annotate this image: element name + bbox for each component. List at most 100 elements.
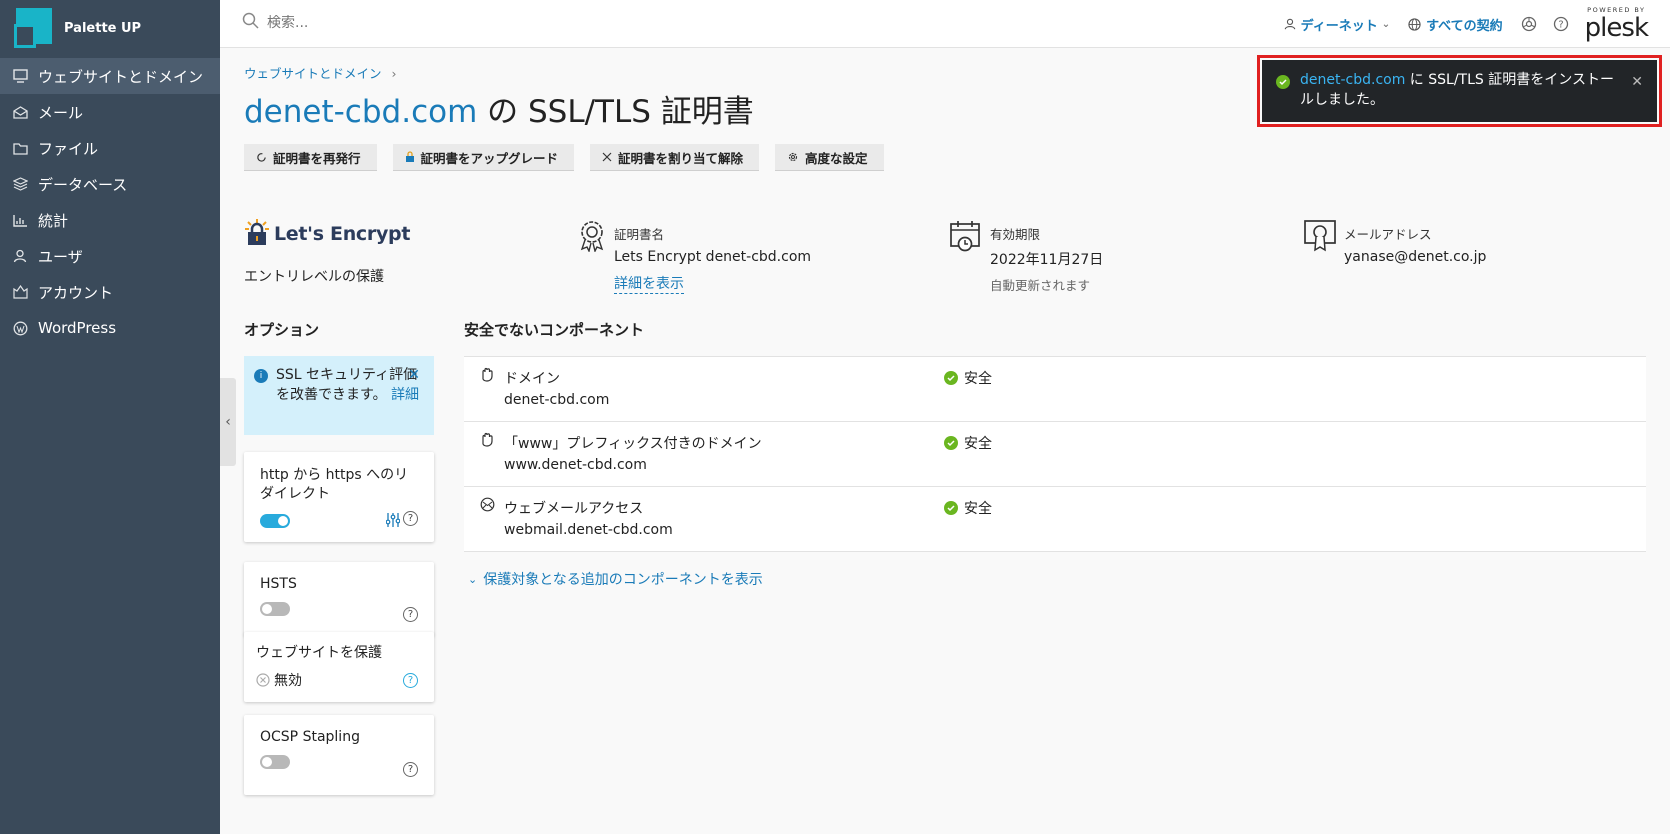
calendar-clock-icon bbox=[950, 220, 982, 294]
extensions-icon[interactable] bbox=[1521, 16, 1537, 32]
help-icon[interactable]: ? bbox=[403, 607, 418, 622]
component-status: 安全 bbox=[944, 433, 992, 453]
redirect-label: http から https へのリダイレクト bbox=[260, 467, 409, 502]
letsencrypt-lock-icon bbox=[244, 218, 270, 250]
page-title-domain[interactable]: denet-cbd.com bbox=[244, 94, 477, 130]
user-icon bbox=[12, 248, 28, 264]
chevron-left-icon: ‹ bbox=[225, 414, 231, 430]
protection-level: エントリレベルの保護 bbox=[244, 269, 384, 285]
header: ディーネット ⌄ すべての契約 ? POWERED BY plesk bbox=[220, 0, 1670, 48]
page-title: denet-cbd.com の SSL/TLS 証明書 bbox=[244, 86, 754, 131]
sidebar-item-label: ファイル bbox=[38, 139, 99, 158]
components-title: 安全でないコンポーネント bbox=[464, 321, 645, 339]
webmail-icon bbox=[480, 497, 495, 516]
help-icon[interactable]: ? bbox=[403, 762, 418, 777]
upgrade-button[interactable]: 証明書をアップグレード bbox=[392, 144, 575, 171]
advanced-settings-button[interactable]: 高度な設定 bbox=[775, 144, 884, 171]
sidebar-item-databases[interactable]: データベース bbox=[0, 166, 220, 202]
status-label: 安全 bbox=[964, 501, 992, 517]
email-info: メールアドレス yanase@denet.co.jp bbox=[1304, 220, 1486, 265]
reissue-label: 証明書を再発行 bbox=[273, 150, 361, 166]
brand-logo-icon bbox=[14, 8, 54, 48]
component-domain: www.denet-cbd.com bbox=[504, 457, 647, 473]
account-icon bbox=[12, 284, 28, 300]
user-menu-label: ディーネット bbox=[1300, 18, 1378, 34]
check-icon bbox=[1276, 75, 1290, 89]
ocsp-toggle[interactable] bbox=[260, 755, 290, 769]
upgrade-label: 証明書をアップグレード bbox=[420, 150, 559, 166]
page-title-rest: の SSL/TLS 証明書 bbox=[477, 94, 754, 130]
show-more-components-link[interactable]: ⌄ 保護対象となる追加のコンポーネントを表示 bbox=[468, 569, 763, 589]
cert-name-info: 証明書名 Lets Encrypt denet-cbd.com 詳細を表示 bbox=[578, 220, 811, 294]
table-row: ドメイン denet-cbd.com 安全 bbox=[464, 357, 1646, 422]
redirect-toggle[interactable] bbox=[260, 513, 290, 528]
sidebar-item-statistics[interactable]: 統計 bbox=[0, 202, 220, 238]
sidebar-item-label: WordPress bbox=[38, 319, 117, 337]
sidebar: Palette UP ウェブサイトとドメイン メール ファイル データベース 統… bbox=[0, 0, 220, 834]
sidebar-item-wordpress[interactable]: WordPress bbox=[0, 310, 220, 346]
search-input[interactable] bbox=[267, 14, 567, 31]
status-label: 安全 bbox=[964, 371, 992, 387]
unassign-label: 証明書を割り当て解除 bbox=[618, 150, 744, 166]
gear-icon bbox=[787, 151, 799, 163]
status-label: 安全 bbox=[964, 436, 992, 452]
certificate-award-icon bbox=[578, 220, 606, 294]
breadcrumb: ウェブサイトとドメイン › bbox=[244, 63, 397, 82]
mail-icon bbox=[12, 104, 28, 120]
unassign-button[interactable]: 証明書を割り当て解除 bbox=[590, 144, 760, 171]
plesk-wordmark: plesk bbox=[1584, 13, 1649, 44]
check-icon bbox=[944, 501, 958, 515]
breadcrumb-websites-link[interactable]: ウェブサイトとドメイン bbox=[244, 66, 382, 81]
sidebar-collapse-button[interactable]: ‹ bbox=[220, 378, 236, 466]
sidebar-item-files[interactable]: ファイル bbox=[0, 130, 220, 166]
subscriptions-link[interactable]: すべての契約 bbox=[1408, 15, 1503, 34]
reissue-button[interactable]: 証明書を再発行 bbox=[244, 144, 377, 171]
ssl-notice: i SSL セキュリティ評価を改善できます。 詳細 ✕ bbox=[244, 356, 434, 435]
component-domain: denet-cbd.com bbox=[504, 392, 610, 408]
cert-name-label: 証明書名 bbox=[614, 227, 665, 242]
toast-domain-link[interactable]: denet-cbd.com bbox=[1300, 72, 1405, 88]
sidebar-item-websites[interactable]: ウェブサイトとドメイン bbox=[0, 58, 220, 94]
monitor-icon bbox=[12, 68, 28, 84]
help-icon[interactable]: ? bbox=[403, 673, 418, 688]
show-more-label: 保護対象となる追加のコンポーネントを表示 bbox=[483, 572, 763, 588]
protect-value: 無効 bbox=[274, 673, 302, 689]
chevron-down-icon: ⌄ bbox=[1381, 18, 1391, 30]
advanced-label: 高度な設定 bbox=[805, 150, 868, 166]
user-menu[interactable]: ディーネット ⌄ bbox=[1284, 15, 1390, 34]
sidebar-item-label: ユーザ bbox=[38, 247, 83, 266]
settings-sliders-icon[interactable] bbox=[386, 512, 400, 528]
plesk-logo: POWERED BY plesk bbox=[1584, 7, 1649, 44]
close-icon[interactable]: ✕ bbox=[408, 366, 420, 386]
globe-icon bbox=[1408, 17, 1421, 31]
sidebar-item-label: アカウント bbox=[38, 283, 114, 302]
search-icon bbox=[242, 12, 259, 33]
chevron-down-icon: ⌄ bbox=[468, 572, 478, 586]
certificate-badge-icon bbox=[1304, 220, 1336, 265]
brand[interactable]: Palette UP bbox=[0, 0, 220, 56]
notice-details-link[interactable]: 詳細 bbox=[391, 387, 419, 403]
lock-icon bbox=[405, 151, 415, 163]
check-icon bbox=[944, 436, 958, 450]
sidebar-item-account[interactable]: アカウント bbox=[0, 274, 220, 310]
folder-icon bbox=[12, 140, 28, 156]
sidebar-item-label: データベース bbox=[38, 175, 128, 194]
search bbox=[242, 12, 567, 33]
close-icon[interactable]: ✕ bbox=[1631, 72, 1643, 92]
hsts-toggle[interactable] bbox=[260, 602, 290, 616]
view-details-link[interactable]: 詳細を表示 bbox=[614, 273, 684, 294]
table-row: ウェブメールアクセス webmail.denet-cbd.com 安全 bbox=[464, 487, 1646, 552]
sidebar-item-label: ウェブサイトとドメイン bbox=[38, 67, 204, 86]
sidebar-item-users[interactable]: ユーザ bbox=[0, 238, 220, 274]
sidebar-item-mail[interactable]: メール bbox=[0, 94, 220, 130]
options-title: オプション bbox=[244, 321, 320, 339]
check-icon bbox=[944, 371, 958, 385]
protect-label: ウェブサイトを保護 bbox=[256, 645, 382, 661]
component-status: 安全 bbox=[944, 498, 992, 518]
ocsp-card: OCSP Stapling ? bbox=[244, 715, 434, 795]
help-icon[interactable]: ? bbox=[403, 511, 418, 526]
table-row: 「www」プレフィックス付きのドメイン www.denet-cbd.com 安全 bbox=[464, 422, 1646, 487]
help-icon[interactable]: ? bbox=[1553, 16, 1569, 32]
user-icon bbox=[1284, 18, 1296, 30]
wordpress-icon bbox=[12, 320, 28, 336]
